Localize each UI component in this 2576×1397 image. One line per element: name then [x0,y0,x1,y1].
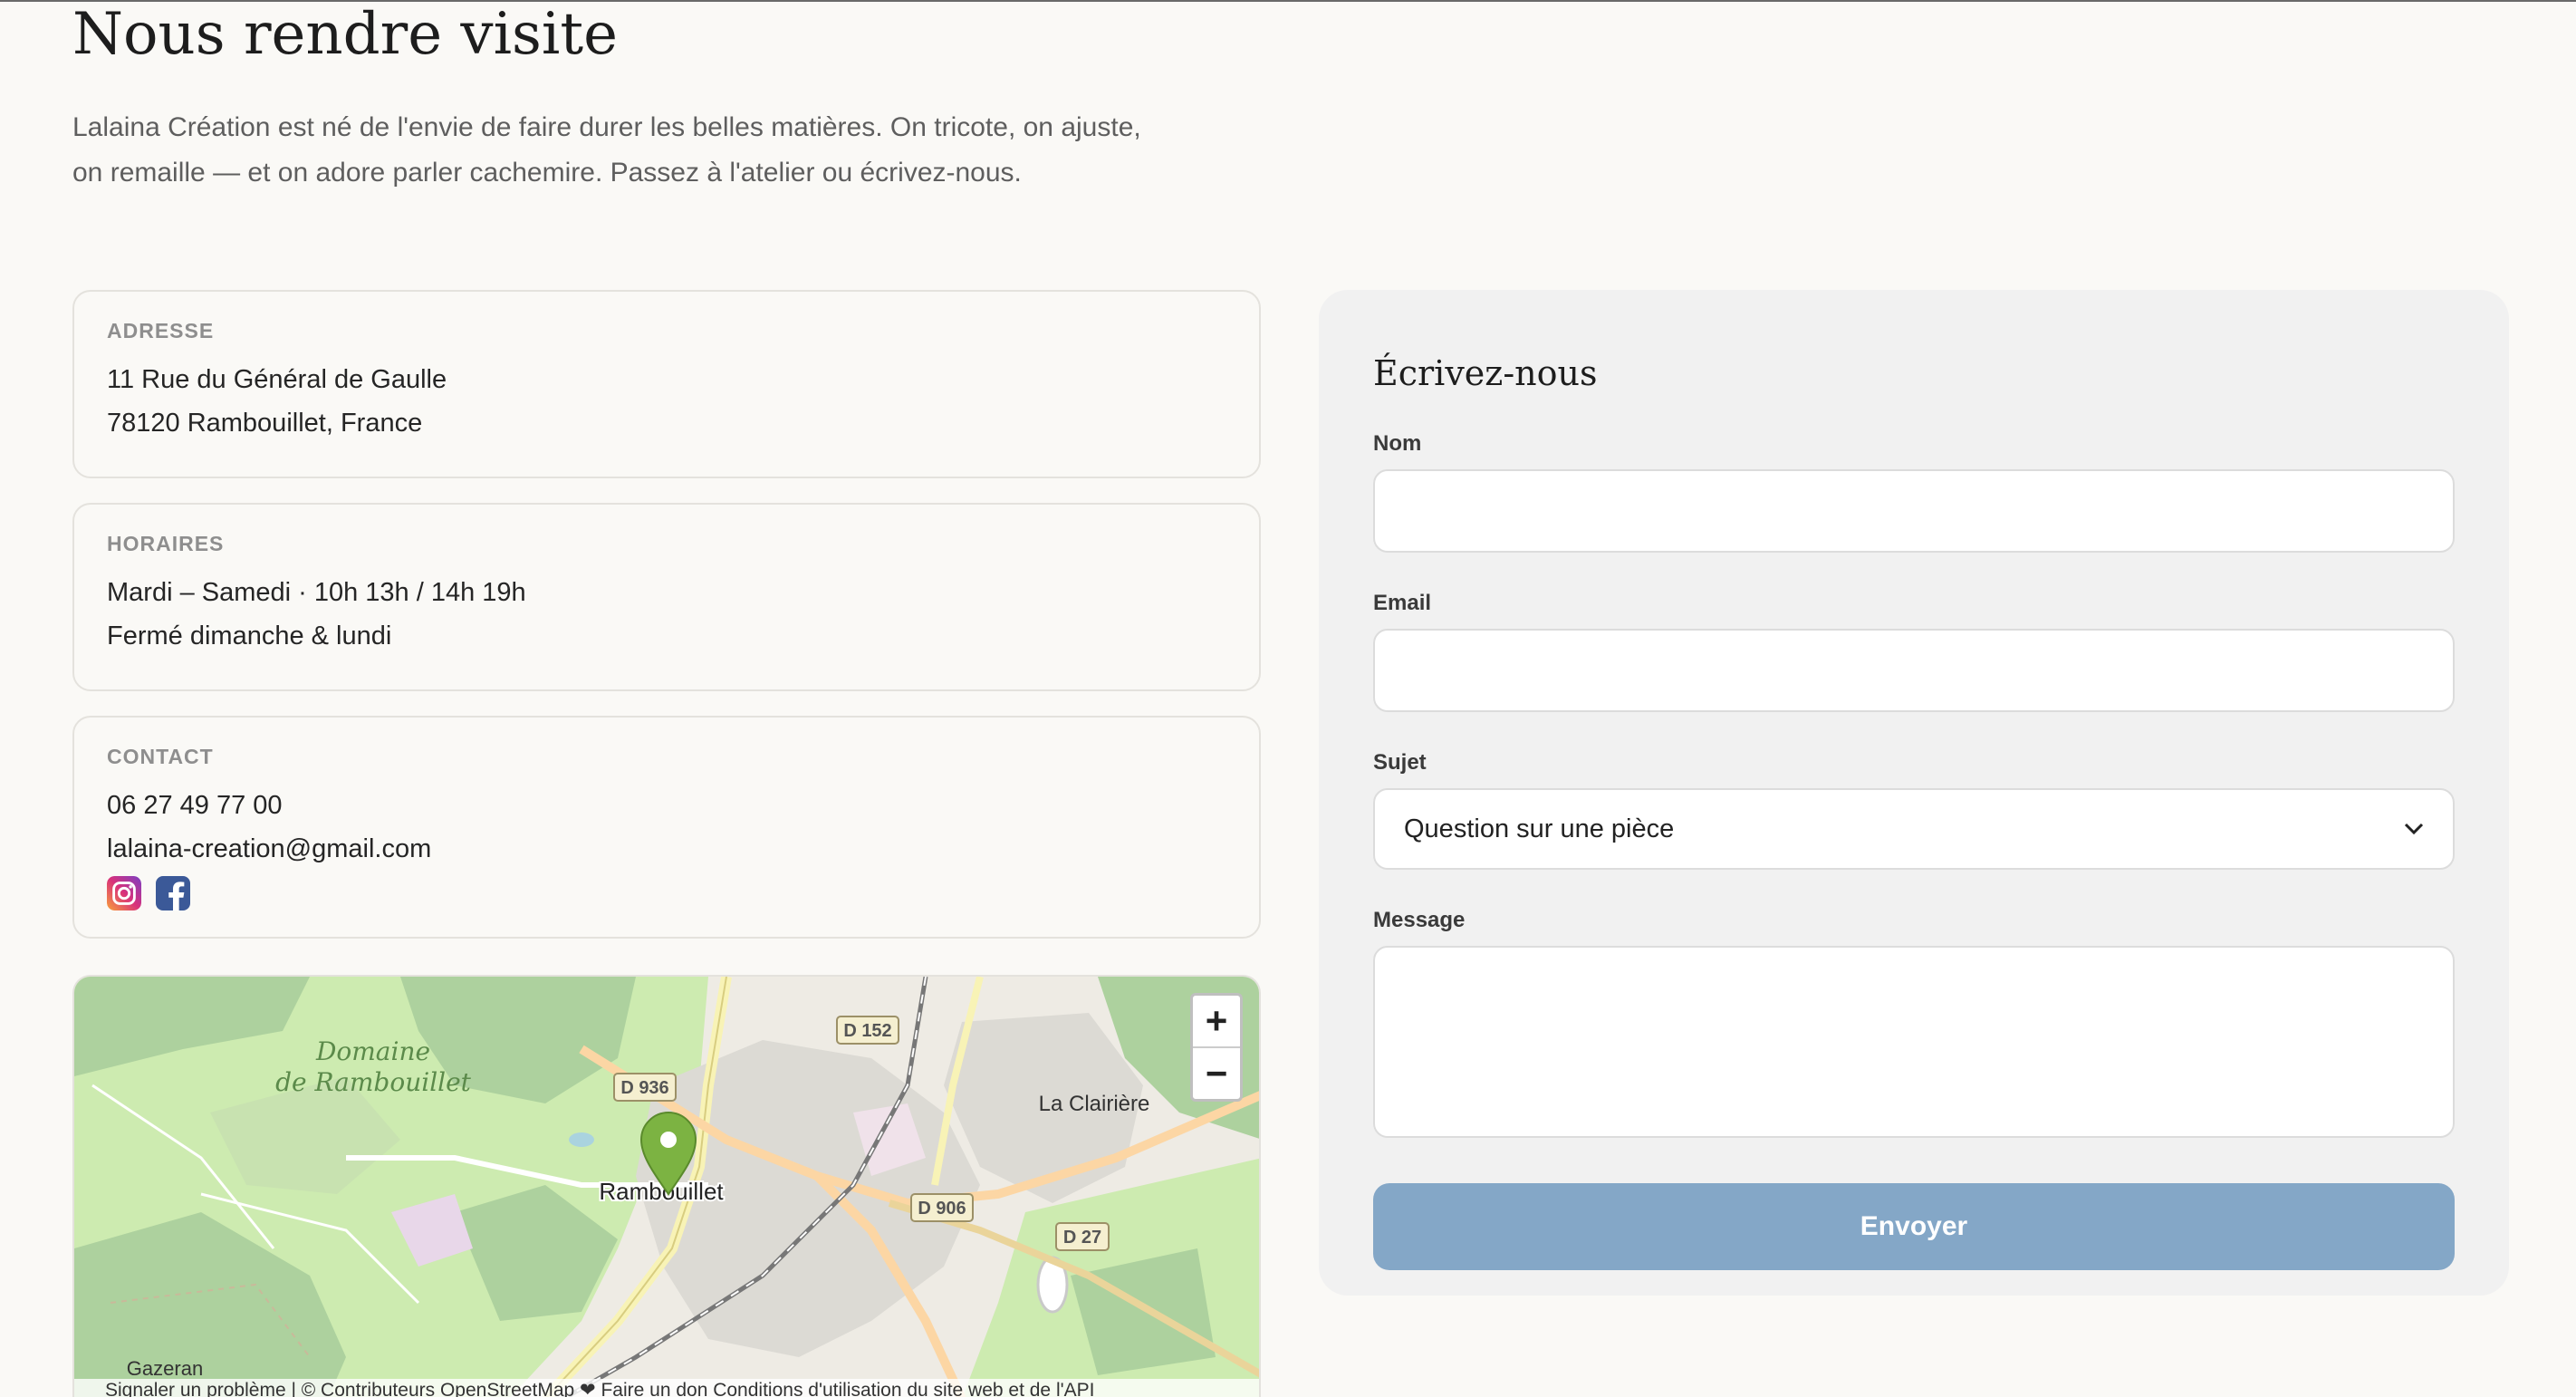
road-label-d936: D 936 [620,1078,668,1098]
contact-phone: 06 27 49 77 00 [107,791,283,820]
name-label: Nom [1373,431,1422,456]
address-card: ADRESSE 11 Rue du Général de Gaulle 7812… [72,290,1261,478]
subject-selected-value: Question sur une pièce [1404,814,1675,843]
name-input[interactable] [1373,469,2455,553]
form-title: Écrivez-nous [1373,353,1598,393]
map-tiles[interactable]: D 152 D 936 D 906 D 27 Domaine de Rambou… [74,977,1261,1397]
message-textarea[interactable] [1373,946,2455,1138]
contact-label: CONTACT [107,745,214,768]
email-input[interactable] [1373,629,2455,712]
message-label: Message [1373,908,1466,932]
road-label-d906: D 906 [918,1199,966,1219]
hours-line1: Mardi – Samedi · 10h 13h / 14h 19h [107,578,526,607]
address-line2: 78120 Rambouillet, France [107,409,423,438]
road-label-d152: D 152 [843,1021,891,1041]
subject-select[interactable]: Question sur une pièce [1373,788,2455,870]
address-line1: 11 Rue du Général de Gaulle [107,365,447,394]
hours-label: HORAIRES [107,532,225,555]
map-attribution[interactable]: Signaler un problème | © Contributeurs O… [74,1379,1259,1397]
hours-card: HORAIRES Mardi – Samedi · 10h 13h / 14h … [72,503,1261,691]
map-widget[interactable]: D 152 D 936 D 906 D 27 Domaine de Rambou… [72,975,1261,1397]
map-label-gazeran: Gazeran [127,1357,203,1380]
page-title: Nous rendre visite [72,1,618,68]
address-label: ADRESSE [107,319,215,342]
instagram-icon[interactable] [107,876,141,910]
email-label: Email [1373,591,1432,615]
zoom-out-button[interactable]: − [1193,1046,1240,1099]
zoom-control: + − [1190,993,1243,1102]
map-label-clairiere: La Clairière [1039,1092,1150,1116]
map-label-domaine: Domaine [315,1036,430,1066]
subject-label: Sujet [1373,750,1427,775]
road-label-d27: D 27 [1063,1228,1101,1248]
contact-form: Écrivez-nous Nom Email Sujet Question su… [1319,290,2509,1296]
contact-card: CONTACT 06 27 49 77 00 lalaina-creation@… [72,716,1261,939]
facebook-icon[interactable] [156,876,190,910]
hours-line2: Fermé dimanche & lundi [107,621,392,650]
send-button[interactable]: Envoyer [1373,1183,2455,1270]
zoom-in-button[interactable]: + [1193,996,1240,1046]
intro-text: Lalaina Création est né de l'envie de fa… [72,112,1141,188]
map-label-rambouillet-forest: de Rambouillet [275,1067,472,1097]
chevron-down-icon [2404,823,2424,835]
contact-email[interactable]: lalaina-creation@gmail.com [107,827,1226,871]
social-links [107,876,1226,910]
